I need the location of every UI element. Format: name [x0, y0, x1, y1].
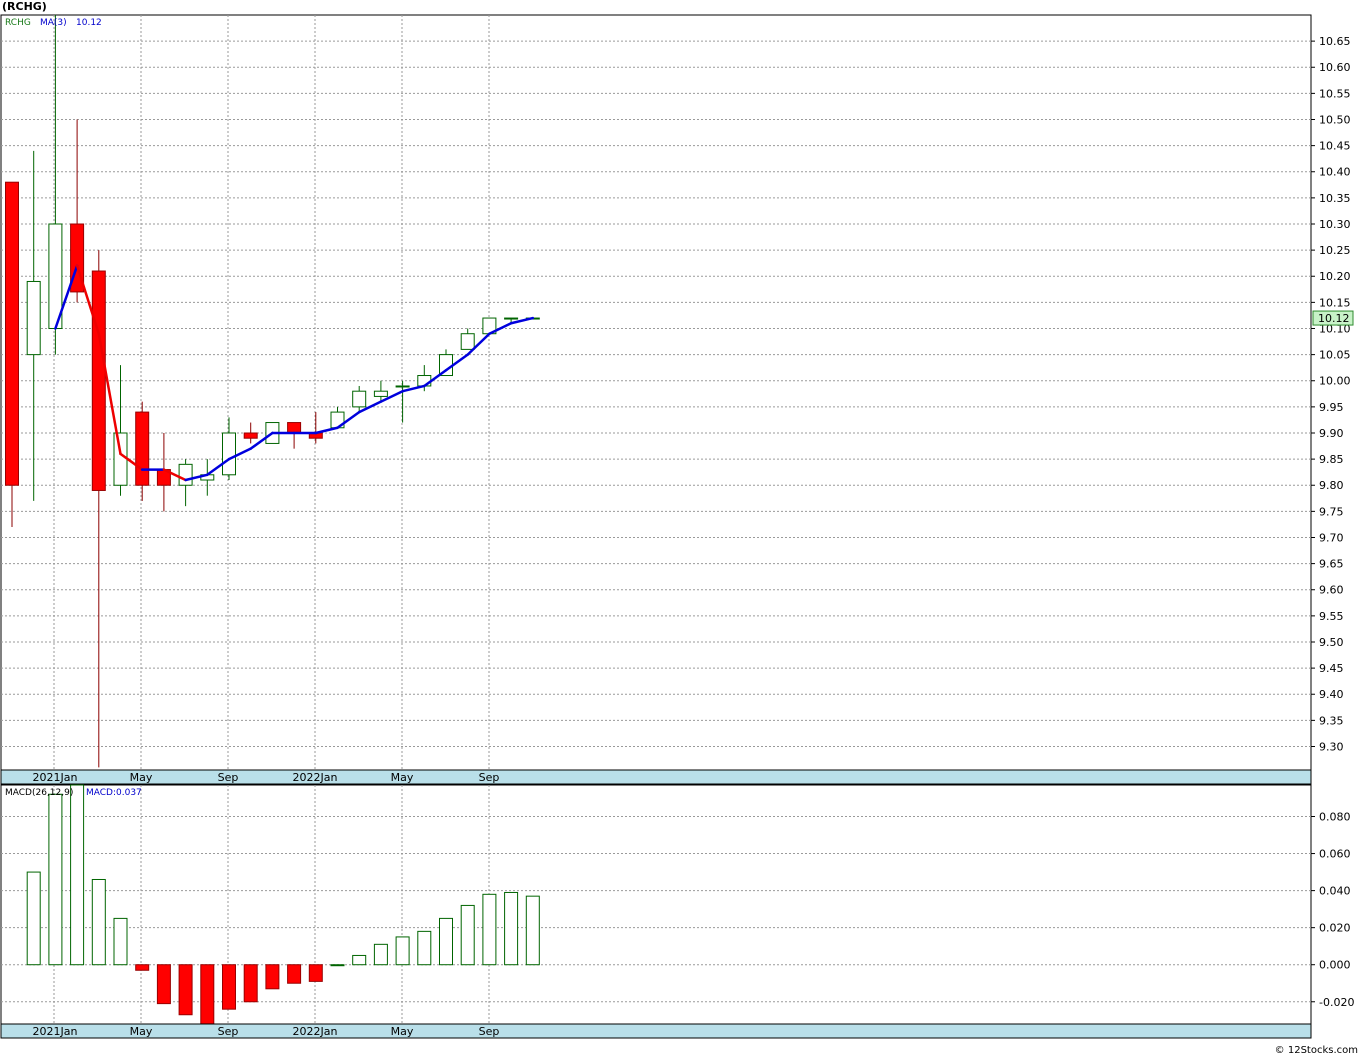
macd-bar [439, 917, 453, 966]
macd-tick-label: 0.080 [1319, 810, 1351, 823]
macd-bar [417, 930, 432, 966]
macd-legend-label: MACD(26,12,9) [5, 788, 73, 798]
candle-body [178, 463, 193, 486]
macd-date-label: Sep [218, 1025, 239, 1038]
price-date-label: 2021Jan [33, 771, 78, 784]
price-tick-label: 9.85 [1319, 453, 1344, 466]
macd-tick-label: 0.060 [1319, 848, 1351, 861]
price-tick-label: 10.65 [1319, 35, 1351, 48]
macd-date-label: 2021Jan [33, 1025, 78, 1038]
price-tick-label: 10.40 [1319, 166, 1351, 179]
candle-body [417, 375, 432, 387]
macd-panel: -0.020 0.000 0.020 0.040 0.060 0.080 MACD(26,1… [0, 784, 1354, 1039]
macd-bar [135, 964, 150, 971]
macd-bar [156, 964, 171, 1005]
macd-date-label: May [130, 1025, 153, 1038]
price-tick-label: 9.75 [1319, 505, 1344, 518]
price-tick-label: 10.25 [1319, 244, 1351, 257]
macd-bar [91, 878, 106, 966]
macd-date-label: May [391, 1025, 414, 1038]
candle-body [460, 333, 475, 350]
price-tick-label: 10.00 [1319, 375, 1351, 388]
candle-body [504, 317, 519, 320]
price-tick-label: 10.55 [1319, 87, 1351, 100]
macd-bar [308, 964, 323, 982]
price-plot-frame [0, 14, 1312, 771]
price-date-label: 2022Jan [293, 771, 338, 784]
price-tick-label: 9.90 [1319, 427, 1344, 440]
price-tick-label: 9.50 [1319, 636, 1344, 649]
price-tick-label: 9.80 [1319, 479, 1344, 492]
price-tick-label: 9.65 [1319, 558, 1344, 571]
macd-date-label: 2022Jan [293, 1025, 338, 1038]
price-panel: 9.30 9.35 9.40 9.45 9.50 9.55 9.60 9.65 9.70 9.75… [0, 14, 1354, 785]
chart-svg: 9.30 9.35 9.40 9.45 9.50 9.55 9.60 9.65 9.70 9.75… [0, 14, 1354, 1039]
macd-legend-value: MACD:0.037 [86, 788, 142, 798]
legend-symbol: RCHG [5, 18, 31, 28]
price-tick-label: 9.70 [1319, 531, 1344, 544]
candle-body [222, 432, 236, 476]
price-date-label: May [391, 771, 414, 784]
price-tick-label: 10.50 [1319, 113, 1351, 126]
macd-bar [482, 893, 497, 966]
macd-tick-label: -0.020 [1319, 996, 1354, 1009]
price-tick-label: 10.35 [1319, 192, 1351, 205]
chart-title: (RCHG) [2, 0, 47, 13]
candle-body [113, 432, 128, 486]
macd-tick-label: 0.000 [1319, 959, 1351, 972]
macd-bar [352, 954, 367, 966]
macd-bar [373, 943, 388, 966]
price-tick-label: 10.20 [1319, 270, 1351, 283]
price-date-band [0, 769, 1312, 785]
macd-bar [243, 964, 258, 1003]
price-date-label: May [130, 771, 153, 784]
last-price-label: 10.12 [1318, 312, 1350, 325]
macd-bar [70, 784, 85, 966]
candle-body [395, 385, 410, 388]
macd-bar [395, 936, 410, 966]
candle-body [26, 280, 41, 356]
price-date-label: Sep [218, 771, 239, 784]
macd-tick-label: 0.020 [1319, 922, 1351, 935]
candle-body [135, 411, 150, 486]
candle-body [287, 422, 302, 434]
candle-body [5, 181, 19, 486]
macd-bar [330, 964, 345, 967]
macd-bar [113, 917, 128, 966]
price-tick-label: 9.45 [1319, 662, 1344, 675]
candle-body [352, 390, 367, 408]
macd-bar [504, 891, 519, 966]
candle-body [243, 432, 258, 439]
macd-bar [287, 964, 302, 984]
price-tick-label: 9.55 [1319, 610, 1344, 623]
price-tick-label: 10.60 [1319, 61, 1351, 74]
macd-tick-label: 0.040 [1319, 885, 1351, 898]
macd-bar [178, 964, 193, 1016]
price-tick-label: 10.45 [1319, 140, 1351, 153]
price-tick-label: 9.35 [1319, 714, 1344, 727]
macd-plot-frame [0, 784, 1312, 1025]
price-tick-label: 9.40 [1319, 688, 1344, 701]
macd-bar [460, 904, 475, 966]
footer-credit: © 12Stocks.com [1274, 1045, 1358, 1056]
macd-date-band [0, 1023, 1312, 1039]
price-tick-label: 9.30 [1319, 740, 1344, 753]
macd-bar [26, 871, 41, 966]
price-tick-label: 10.15 [1319, 296, 1351, 309]
price-date-label: Sep [479, 771, 500, 784]
legend-ma-value: 10.12 [76, 18, 102, 28]
candle-body [91, 270, 106, 491]
price-tick-label: 9.60 [1319, 584, 1344, 597]
macd-bar [200, 964, 215, 1025]
price-tick-label: 9.95 [1319, 401, 1344, 414]
macd-bar [48, 793, 63, 966]
legend-ma-label: MA(3) [40, 18, 67, 28]
macd-bar [222, 964, 236, 1010]
price-tick-label: 10.05 [1319, 349, 1351, 362]
macd-date-label: Sep [479, 1025, 500, 1038]
macd-bar [265, 964, 280, 990]
candle-body [373, 390, 388, 397]
macd-bar [525, 895, 540, 966]
price-tick-label: 10.30 [1319, 218, 1351, 231]
